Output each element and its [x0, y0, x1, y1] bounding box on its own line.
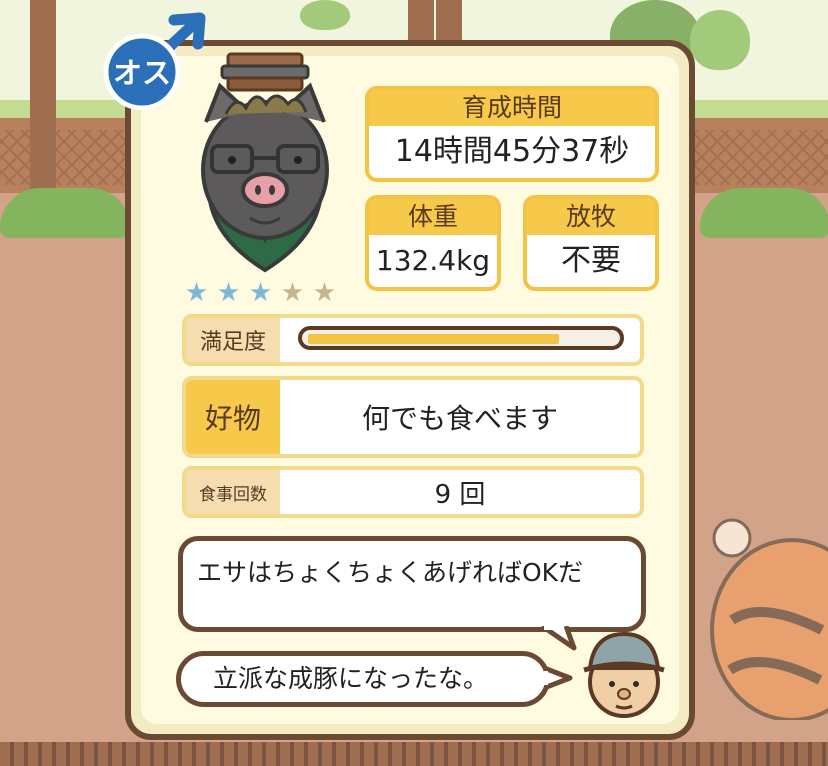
star-empty-icon: ★	[312, 278, 336, 308]
comment-bubble-tail	[544, 665, 573, 691]
meal-count-label: 食事回数	[186, 470, 280, 514]
favorite-food-row: 好物 何でも食べます	[182, 376, 644, 458]
hint-bubble: エサはちょくちょくあげればOKだ	[178, 536, 646, 632]
star-filled-icon: ★	[248, 278, 272, 308]
satisfaction-gauge	[298, 326, 624, 350]
raising-time-value: 14時間45分37秒	[394, 134, 630, 169]
favorite-food-value: 何でも食べます	[361, 402, 558, 435]
star-empty-icon: ★	[280, 278, 304, 308]
meal-count-row: 食事回数 9 回	[182, 466, 644, 518]
satisfaction-gauge-fill	[308, 334, 559, 344]
grazing-label: 放牧	[527, 199, 655, 235]
star-filled-icon: ★	[184, 278, 208, 308]
raising-time-box: 育成時間 14時間45分37秒	[365, 86, 659, 182]
hint-text: エサはちょくちょくあげればOKだ	[197, 558, 584, 587]
grazing-box: 放牧 不要	[523, 195, 659, 291]
raising-time-label: 育成時間	[369, 90, 655, 126]
favorite-food-label: 好物	[186, 380, 280, 454]
gender-label: オス	[113, 56, 171, 90]
star-filled-icon: ★	[216, 278, 240, 308]
meal-count-value: 9 回	[434, 479, 486, 510]
grazing-value: 不要	[561, 243, 621, 278]
rank-stars: ★ ★ ★ ★ ★	[180, 278, 340, 308]
farmer-face-icon	[583, 631, 665, 718]
comment-text: 立派な成豚になったな。	[213, 664, 489, 693]
hint-bubble-tail	[540, 626, 577, 651]
satisfaction-row: 満足度	[182, 314, 644, 366]
comment-bubble: 立派な成豚になったな。	[176, 651, 550, 707]
weight-label: 体重	[369, 199, 497, 235]
weight-box: 体重 132.4kg	[365, 195, 501, 291]
weight-value: 132.4kg	[375, 244, 491, 277]
satisfaction-label: 満足度	[186, 318, 280, 362]
boar-character-icon	[201, 52, 329, 273]
